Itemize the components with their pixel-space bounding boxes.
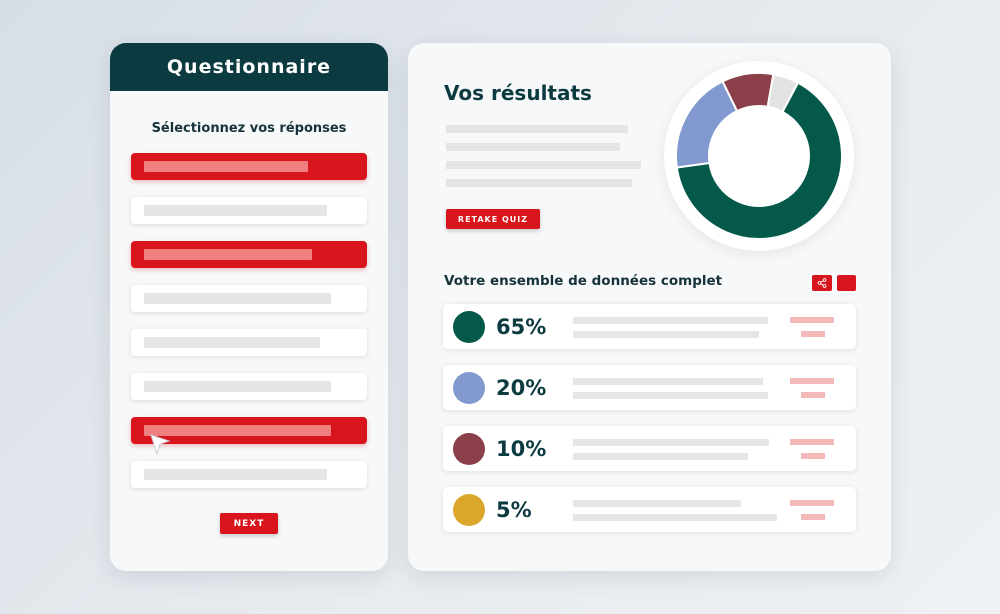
results-donut-chart: [664, 61, 854, 251]
mouse-pointer-icon: [150, 434, 171, 456]
dataset-rows: 65% 20% 10% 5%: [443, 304, 856, 548]
next-button[interactable]: NEXT: [220, 513, 278, 534]
answer-option[interactable]: [131, 241, 367, 268]
pink-line-placeholder: [790, 500, 834, 506]
text-line-placeholder: [446, 125, 628, 133]
answer-text-placeholder: [144, 205, 327, 216]
text-line-placeholder: [446, 161, 641, 169]
text-line-placeholder: [573, 378, 763, 385]
answer-text-placeholder: [144, 293, 331, 304]
share-icon: [817, 278, 827, 288]
answer-option[interactable]: [131, 197, 367, 224]
text-line-placeholder: [573, 317, 768, 324]
pink-line-placeholder: [801, 453, 825, 459]
text-line-placeholder: [446, 143, 620, 151]
pink-line-placeholder: [790, 317, 834, 323]
dataset-row[interactable]: 5%: [443, 487, 856, 532]
color-dot: [453, 311, 485, 343]
answer-text-placeholder: [144, 161, 308, 172]
donut-chart-svg: [675, 72, 843, 240]
pink-line-placeholder: [790, 378, 834, 384]
text-line-placeholder: [446, 179, 632, 187]
percent-value: 5%: [496, 498, 532, 522]
answer-text-placeholder: [144, 337, 320, 348]
text-line-placeholder: [573, 453, 748, 460]
dataset-row[interactable]: 20%: [443, 365, 856, 410]
answer-text-placeholder: [144, 249, 312, 260]
percent-value: 65%: [496, 315, 547, 339]
dataset-row[interactable]: 10%: [443, 426, 856, 471]
color-dot: [453, 372, 485, 404]
share-button[interactable]: [812, 275, 832, 291]
pink-line-placeholder: [801, 331, 825, 337]
answer-text-placeholder: [144, 469, 327, 480]
answer-option[interactable]: [131, 153, 367, 180]
percent-value: 20%: [496, 376, 547, 400]
text-line-placeholder: [573, 500, 741, 507]
results-card: Vos résultats RETAKE QUIZ Votre ensemble…: [408, 43, 891, 571]
dataset-row[interactable]: 65%: [443, 304, 856, 349]
color-dot: [453, 494, 485, 526]
percent-value: 10%: [496, 437, 547, 461]
results-text-placeholder: [446, 125, 641, 197]
questionnaire-title: Questionnaire: [166, 56, 332, 78]
text-line-placeholder: [573, 439, 769, 446]
more-options-button[interactable]: [837, 275, 856, 291]
results-title: Vos résultats: [444, 81, 592, 105]
answer-option[interactable]: [131, 461, 367, 488]
questionnaire-card: Questionnaire Sélectionnez vos réponses …: [110, 43, 388, 571]
questionnaire-subtitle: Sélectionnez vos réponses: [151, 121, 347, 136]
text-line-placeholder: [573, 514, 777, 521]
answer-option[interactable]: [131, 285, 367, 312]
answer-option[interactable]: [131, 373, 367, 400]
pink-line-placeholder: [790, 439, 834, 445]
questionnaire-header: Questionnaire: [110, 43, 388, 91]
text-line-placeholder: [573, 392, 768, 399]
retake-quiz-button[interactable]: RETAKE QUIZ: [446, 209, 540, 229]
color-dot: [453, 433, 485, 465]
answer-option[interactable]: [131, 329, 367, 356]
pink-line-placeholder: [801, 514, 825, 520]
dataset-section-title: Votre ensemble de données complet: [444, 273, 723, 289]
text-line-placeholder: [573, 331, 759, 338]
pink-line-placeholder: [801, 392, 825, 398]
answer-text-placeholder: [144, 381, 331, 392]
